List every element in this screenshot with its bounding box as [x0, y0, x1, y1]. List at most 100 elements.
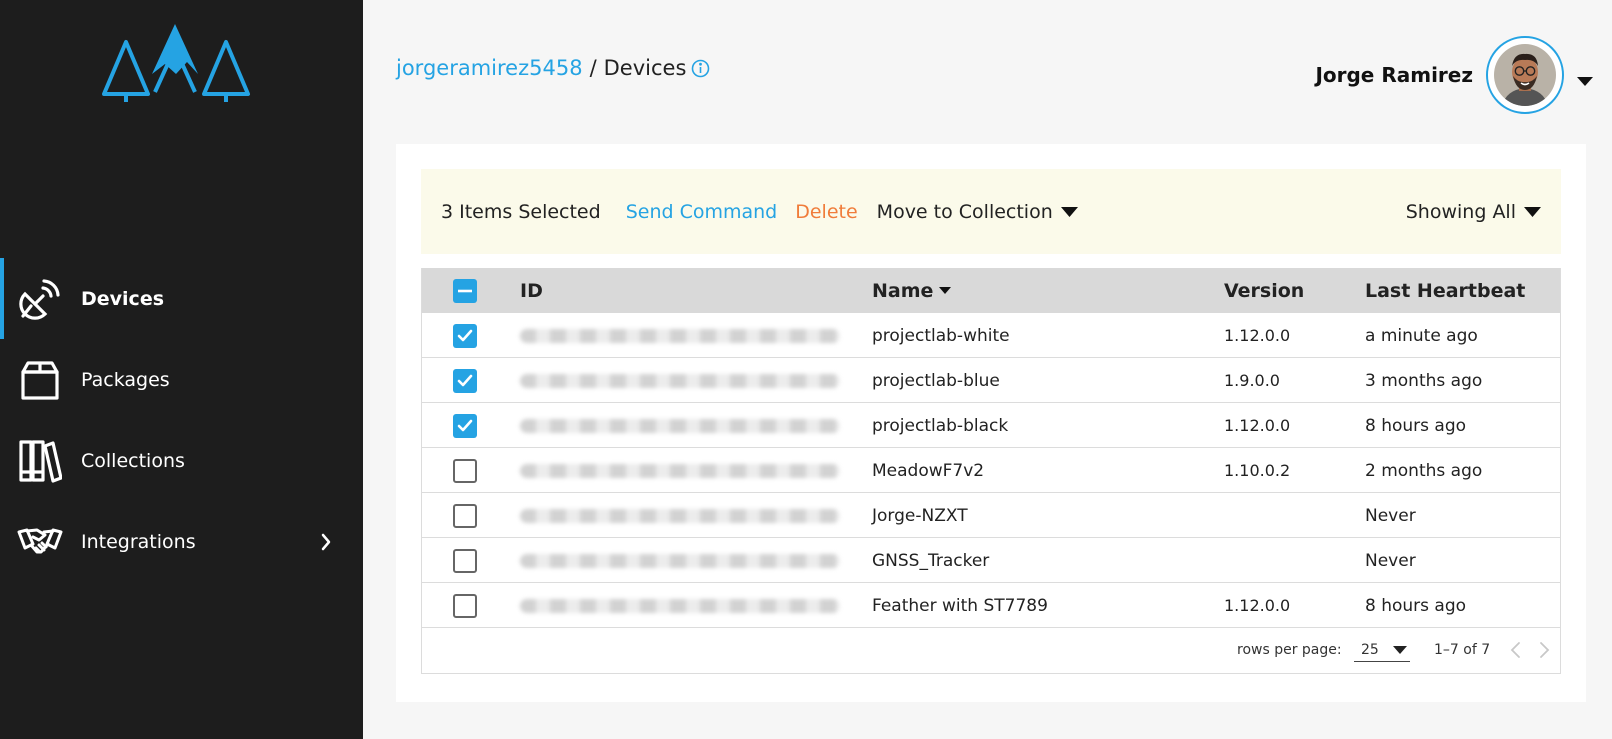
- device-id-cell: [520, 313, 840, 358]
- row-checkbox[interactable]: [453, 548, 477, 573]
- device-version: 1.9.0.0: [1224, 371, 1280, 390]
- info-icon[interactable]: [691, 59, 710, 78]
- chevron-down-icon: [1060, 206, 1078, 217]
- delete-button[interactable]: Delete: [795, 201, 857, 223]
- column-header-version[interactable]: Version: [1224, 268, 1304, 313]
- row-select-cell: [453, 448, 477, 493]
- row-checkbox[interactable]: [453, 323, 477, 348]
- check-icon: [457, 374, 473, 387]
- package-box-icon: [17, 357, 63, 403]
- device-name: Jorge-NZXT: [872, 505, 968, 526]
- chevron-down-icon[interactable]: [1576, 72, 1594, 86]
- device-id-cell: [520, 538, 840, 583]
- pagination-range: 1–7 of 7: [1434, 642, 1491, 658]
- device-id-cell: [520, 403, 840, 448]
- breadcrumb: jorgeramirez5458 / Devices: [396, 56, 710, 80]
- row-select-cell: [453, 538, 477, 583]
- move-to-collection-dropdown[interactable]: Move to Collection: [877, 201, 1078, 223]
- column-header-name[interactable]: Name: [872, 268, 952, 313]
- avatar-photo: [1494, 44, 1556, 106]
- column-header-last-heartbeat[interactable]: Last Heartbeat: [1365, 268, 1525, 313]
- device-id-redacted: [520, 463, 840, 478]
- sidebar-item-label: Devices: [81, 287, 165, 310]
- row-checkbox[interactable]: [453, 368, 477, 393]
- send-command-button[interactable]: Send Command: [626, 201, 778, 223]
- device-id-redacted: [520, 508, 840, 523]
- device-id-redacted: [520, 328, 840, 343]
- sidebar-item-label: Collections: [81, 449, 185, 472]
- device-name: projectlab-white: [872, 325, 1010, 346]
- check-icon: [457, 419, 473, 432]
- device-version: 1.12.0.0: [1224, 326, 1291, 345]
- device-last-heartbeat: 8 hours ago: [1365, 415, 1467, 436]
- table-row[interactable]: MeadowF7v2 1.10.0.2 2 months ago: [422, 448, 1560, 493]
- rows-per-page-value: 25: [1361, 641, 1379, 658]
- table-row[interactable]: Feather with ST7789 1.12.0.0 8 hours ago: [422, 583, 1560, 628]
- table-row[interactable]: projectlab-black 1.12.0.0 8 hours ago: [422, 403, 1560, 448]
- device-id-cell: [520, 358, 840, 403]
- satellite-dish-icon: [17, 276, 63, 322]
- device-last-heartbeat: 8 hours ago: [1365, 595, 1467, 616]
- devices-panel: 3 Items Selected Send Command Delete Mov…: [396, 144, 1586, 702]
- page-title: Devices: [603, 56, 687, 80]
- table-row[interactable]: Jorge-NZXT Never: [422, 493, 1560, 538]
- device-version: 1.12.0.0: [1224, 416, 1291, 435]
- selection-toolbar: 3 Items Selected Send Command Delete Mov…: [421, 169, 1561, 254]
- sidebar-item-packages[interactable]: Packages: [0, 339, 363, 420]
- sidebar-item-integrations[interactable]: Integrations: [0, 501, 363, 582]
- chevron-down-icon: [1393, 645, 1407, 654]
- table-row[interactable]: GNSS_Tracker Never: [422, 538, 1560, 583]
- sidebar-item-label: Packages: [81, 368, 170, 391]
- device-last-heartbeat: 2 months ago: [1365, 460, 1483, 481]
- table-row[interactable]: projectlab-blue 1.9.0.0 3 months ago: [422, 358, 1560, 403]
- row-select-cell: [453, 403, 477, 448]
- row-select-cell: [453, 493, 477, 538]
- rows-per-page-label: rows per page:: [1237, 642, 1342, 658]
- filter-dropdown[interactable]: Showing All: [1406, 201, 1541, 223]
- row-checkbox[interactable]: [453, 413, 477, 438]
- column-header-id[interactable]: ID: [520, 268, 543, 313]
- user-menu[interactable]: Jorge Ramirez: [1315, 36, 1594, 114]
- device-last-heartbeat: a minute ago: [1365, 325, 1478, 346]
- sidebar-item-devices[interactable]: Devices: [0, 258, 363, 339]
- row-checkbox[interactable]: [453, 458, 477, 483]
- row-checkbox[interactable]: [453, 503, 477, 528]
- device-id-cell: [520, 493, 840, 538]
- device-name: MeadowF7v2: [872, 460, 985, 481]
- sidebar-item-label: Integrations: [81, 530, 196, 553]
- device-id-redacted: [520, 553, 840, 568]
- rows-per-page-select[interactable]: 25: [1354, 638, 1410, 662]
- device-name: projectlab-blue: [872, 370, 1000, 391]
- row-select-cell: [453, 583, 477, 628]
- next-page-icon[interactable]: [1536, 641, 1552, 659]
- table-header: ID Name Version Last Heartbeat: [422, 268, 1560, 313]
- books-icon: [17, 438, 63, 484]
- device-last-heartbeat: 3 months ago: [1365, 370, 1483, 391]
- user-name: Jorge Ramirez: [1315, 63, 1473, 87]
- sidebar-nav: Devices Packages Collections Integration…: [0, 258, 363, 582]
- previous-page-icon[interactable]: [1508, 641, 1524, 659]
- check-icon: [457, 329, 473, 342]
- device-id-redacted: [520, 418, 840, 433]
- chevron-right-icon[interactable]: [316, 532, 336, 552]
- device-last-heartbeat: Never: [1365, 550, 1416, 571]
- device-id-cell: [520, 448, 840, 493]
- device-name: projectlab-black: [872, 415, 1009, 436]
- brand-logo[interactable]: [100, 20, 260, 108]
- handshake-icon: [17, 519, 63, 565]
- column-header-name-label: Name: [872, 279, 934, 302]
- table-row[interactable]: projectlab-white 1.12.0.0 a minute ago: [422, 313, 1560, 358]
- sidebar-item-collections[interactable]: Collections: [0, 420, 363, 501]
- row-checkbox[interactable]: [453, 593, 477, 618]
- sidebar: Devices Packages Collections Integration…: [0, 0, 363, 739]
- select-all-checkbox[interactable]: [453, 278, 477, 303]
- breadcrumb-separator: /: [589, 56, 597, 80]
- row-select-cell: [453, 313, 477, 358]
- device-id-redacted: [520, 598, 840, 613]
- breadcrumb-account-link[interactable]: jorgeramirez5458: [396, 56, 583, 80]
- sort-desc-icon: [939, 286, 952, 294]
- device-name: Feather with ST7789: [872, 595, 1048, 616]
- table-pagination: rows per page: 25 1–7 of 7: [422, 628, 1560, 673]
- select-all-cell: [453, 268, 477, 313]
- avatar[interactable]: [1486, 36, 1564, 114]
